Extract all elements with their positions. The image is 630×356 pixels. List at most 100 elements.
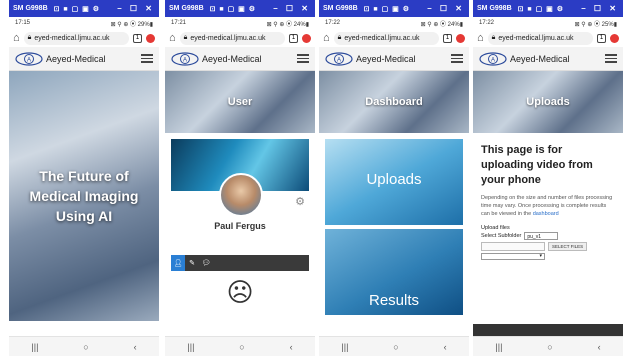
back-icon[interactable]: ‹ <box>134 342 137 352</box>
window-title-bar: SM G998B ⊡ ■ ▢ ▣ ⚙ – ☐ ✕ <box>9 0 159 17</box>
profile-card: ⚙ Paul Fergus <box>171 139 309 255</box>
back-icon[interactable]: ‹ <box>598 342 601 352</box>
site-logo[interactable]: A Aeyed-Medical <box>479 51 570 66</box>
avatar <box>219 173 263 217</box>
uploads-tile[interactable]: Uploads <box>325 139 463 225</box>
status-bar: 17:21 ⊠ ⚲ ⊕ ⦿ 24%▮ <box>165 17 315 29</box>
recents-icon[interactable]: ||| <box>341 342 348 352</box>
eye-logo-icon: A <box>479 51 507 66</box>
lock-icon: 🔒︎ <box>337 34 342 41</box>
window-tool-icons[interactable]: ⊡ ■ ▢ ▣ ⚙ <box>364 5 410 13</box>
url-text: eyed-medical.ljmu.ac.uk <box>498 34 574 42</box>
home-icon[interactable]: ⌂ <box>477 32 484 44</box>
tab-count-icon[interactable]: 1 <box>133 33 142 43</box>
hamburger-menu-icon[interactable] <box>297 52 309 65</box>
subfolder-input[interactable]: pu_v1 <box>524 232 559 240</box>
status-bar: 17:15 ⊠ ⚲ ⊕ ⦿ 29%▮ <box>9 17 159 29</box>
recents-icon[interactable]: ||| <box>31 342 38 352</box>
back-icon[interactable]: ‹ <box>444 342 447 352</box>
page-footer <box>473 324 623 336</box>
svg-text:A: A <box>491 57 495 63</box>
address-field[interactable]: 🔒︎ eyed-medical.ljmu.ac.uk <box>23 31 129 45</box>
results-tile[interactable]: Results <box>325 229 463 315</box>
eye-logo-icon: A <box>171 51 199 66</box>
home-circle-icon[interactable]: ○ <box>239 342 244 352</box>
window-title-bar: SM G998B ⊡ ■ ▢ ▣ ⚙ – ☐ ✕ <box>473 0 623 17</box>
hamburger-menu-icon[interactable] <box>605 52 617 65</box>
window-controls[interactable]: – ☐ ✕ <box>427 4 465 13</box>
user-icon[interactable]: 👤︎ <box>171 255 185 271</box>
page-title: Dashboard <box>365 96 423 108</box>
recents-icon[interactable]: ||| <box>495 342 502 352</box>
svg-text:A: A <box>27 57 31 63</box>
android-nav-bar: ||| ○ ‹ <box>9 336 159 356</box>
window-controls[interactable]: – ☐ ✕ <box>581 4 619 13</box>
brand-name: Aeyed-Medical <box>202 53 262 64</box>
uploads-tile-label: Uploads <box>366 170 422 188</box>
window-title-bar: SM G998B ⊡ ■ ▢ ▣ ⚙ – ☐ ✕ <box>319 0 469 17</box>
extension-icon[interactable] <box>610 33 619 43</box>
file-input[interactable] <box>481 242 545 251</box>
lock-icon: 🔒︎ <box>183 34 188 41</box>
page-banner: Dashboard <box>319 71 469 133</box>
page-title: Uploads <box>526 96 570 108</box>
device-name: SM G998B <box>169 5 204 12</box>
address-field[interactable]: 🔒︎ eyed-medical.ljmu.ac.uk <box>179 31 285 45</box>
site-navbar: A Aeyed-Medical <box>473 47 623 71</box>
subfolder-label: Select Subfolder <box>481 233 522 239</box>
site-navbar: A Aeyed-Medical <box>165 47 315 71</box>
gear-icon[interactable]: ⚙ <box>295 195 305 208</box>
address-field[interactable]: 🔒︎ eyed-medical.ljmu.ac.uk <box>487 31 593 45</box>
uploads-description: Depending on the size and number of file… <box>481 194 615 218</box>
status-time: 17:22 <box>325 20 341 26</box>
tab-count-icon[interactable]: 1 <box>289 33 298 43</box>
recents-icon[interactable]: ||| <box>187 342 194 352</box>
window-tool-icons[interactable]: ⊡ ■ ▢ ▣ ⚙ <box>54 5 100 13</box>
window-tool-icons[interactable]: ⊡ ■ ▢ ▣ ⚙ <box>518 5 564 13</box>
phone-screen-home: SM G998B ⊡ ■ ▢ ▣ ⚙ – ☐ ✕ 17:15 ⊠ ⚲ ⊕ ⦿ 2… <box>9 0 159 356</box>
profile-tab-bar: 👤︎ ✎ 💬︎ <box>171 255 309 271</box>
tab-count-icon[interactable]: 1 <box>597 33 606 43</box>
hamburger-menu-icon[interactable] <box>141 52 153 65</box>
hamburger-menu-icon[interactable] <box>451 52 463 65</box>
status-time: 17:15 <box>15 20 31 26</box>
window-controls[interactable]: – ☐ ✕ <box>117 4 155 13</box>
svg-text:A: A <box>183 57 187 63</box>
home-circle-icon[interactable]: ○ <box>393 342 398 352</box>
home-circle-icon[interactable]: ○ <box>547 342 552 352</box>
window-tool-icons[interactable]: ⊡ ■ ▢ ▣ ⚙ <box>210 5 256 13</box>
browser-url-bar: ⌂ 🔒︎ eyed-medical.ljmu.ac.uk 1 <box>319 29 469 47</box>
extension-icon[interactable] <box>146 33 155 43</box>
browser-url-bar: ⌂ 🔒︎ eyed-medical.ljmu.ac.uk 1 <box>473 29 623 47</box>
home-icon[interactable]: ⌂ <box>169 32 176 44</box>
tab-count-icon[interactable]: 1 <box>443 33 452 43</box>
comment-icon[interactable]: 💬︎ <box>199 255 213 271</box>
device-name: SM G998B <box>323 5 358 12</box>
address-field[interactable]: 🔒︎ eyed-medical.ljmu.ac.uk <box>333 31 439 45</box>
lock-icon: 🔒︎ <box>491 34 496 41</box>
back-icon[interactable]: ‹ <box>290 342 293 352</box>
status-indicators: ⊠ ⚲ ⊕ ⦿ 29%▮ <box>110 21 153 28</box>
site-logo[interactable]: A Aeyed-Medical <box>171 51 262 66</box>
home-icon[interactable]: ⌂ <box>323 32 330 44</box>
url-text: eyed-medical.ljmu.ac.uk <box>190 34 266 42</box>
home-circle-icon[interactable]: ○ <box>83 342 88 352</box>
status-indicators: ⊠ ⚲ ⊕ ⦿ 24%▮ <box>266 21 309 28</box>
url-text: eyed-medical.ljmu.ac.uk <box>34 34 110 42</box>
site-logo[interactable]: A Aeyed-Medical <box>325 51 416 66</box>
results-tile-label: Results <box>368 292 420 309</box>
sad-face-icon: ☹ <box>226 277 254 307</box>
pencil-icon[interactable]: ✎ <box>185 255 199 271</box>
window-controls[interactable]: – ☐ ✕ <box>273 4 311 13</box>
site-logo[interactable]: A Aeyed-Medical <box>15 51 106 66</box>
home-icon[interactable]: ⌂ <box>13 32 20 44</box>
folder-dropdown[interactable]: ▾ <box>481 253 545 260</box>
extension-icon[interactable] <box>456 33 465 43</box>
device-name: SM G998B <box>13 5 48 12</box>
select-files-button[interactable]: SELECT FILES <box>548 242 588 251</box>
extension-icon[interactable] <box>302 33 311 43</box>
dashboard-link[interactable]: dashboard <box>533 211 559 217</box>
android-nav-bar: ||| ○ ‹ <box>473 336 623 356</box>
svg-text:A: A <box>337 57 341 63</box>
android-nav-bar: ||| ○ ‹ <box>165 336 315 356</box>
